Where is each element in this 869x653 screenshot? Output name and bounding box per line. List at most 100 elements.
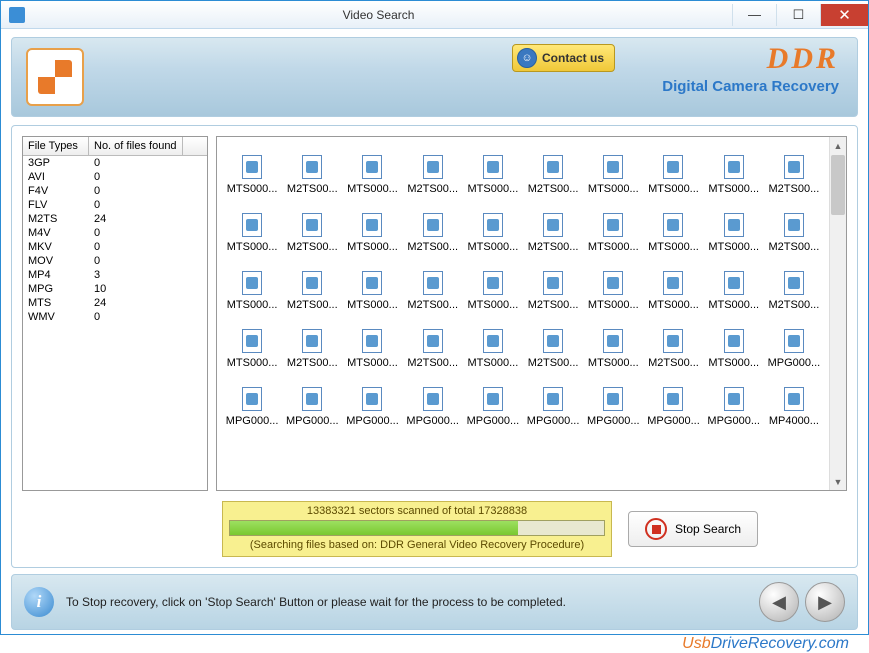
file-item[interactable]: MTS000... <box>584 271 642 311</box>
maximize-button[interactable]: ☐ <box>776 4 820 26</box>
file-item[interactable]: M2TS00... <box>524 213 582 253</box>
table-header: File Types No. of files found <box>23 137 207 156</box>
table-row[interactable]: MOV0 <box>23 254 207 268</box>
file-item[interactable]: MP4000... <box>765 387 823 427</box>
brand-subtitle: Digital Camera Recovery <box>662 78 839 95</box>
contact-us-button[interactable]: ☺ Contact us <box>512 44 615 72</box>
file-item[interactable]: M2TS00... <box>524 329 582 369</box>
file-icon <box>423 155 443 179</box>
file-item[interactable]: MTS000... <box>223 213 281 253</box>
file-item[interactable]: MTS000... <box>223 155 281 195</box>
file-icon <box>603 329 623 353</box>
contact-label: Contact us <box>542 51 604 65</box>
back-button[interactable]: ◀ <box>759 582 799 622</box>
file-item[interactable]: M2TS00... <box>283 155 341 195</box>
file-item[interactable]: MTS000... <box>584 329 642 369</box>
file-icon <box>242 213 262 237</box>
file-item[interactable]: M2TS00... <box>765 271 823 311</box>
file-item[interactable]: MPG000... <box>223 387 281 427</box>
file-item[interactable]: MPG000... <box>283 387 341 427</box>
file-item[interactable]: MPG000... <box>464 387 522 427</box>
table-row[interactable]: AVI0 <box>23 170 207 184</box>
file-item[interactable]: M2TS00... <box>404 329 462 369</box>
file-icon <box>663 155 683 179</box>
footer-link[interactable]: UsbDriveRecovery.com <box>0 635 869 653</box>
window-controls: — ☐ ✕ <box>732 4 868 26</box>
table-row[interactable]: M2TS24 <box>23 212 207 226</box>
file-item[interactable]: M2TS00... <box>765 213 823 253</box>
file-icon <box>302 271 322 295</box>
table-row[interactable]: FLV0 <box>23 198 207 212</box>
file-item[interactable]: M2TS00... <box>765 155 823 195</box>
file-item[interactable]: M2TS00... <box>524 155 582 195</box>
table-row[interactable]: MKV0 <box>23 240 207 254</box>
file-item[interactable]: MTS000... <box>343 155 401 195</box>
table-row[interactable]: MP43 <box>23 268 207 282</box>
file-item[interactable]: MTS000... <box>343 213 401 253</box>
file-icon <box>362 155 382 179</box>
person-icon: ☺ <box>517 48 537 68</box>
table-row[interactable]: WMV0 <box>23 310 207 324</box>
file-item[interactable]: MTS000... <box>584 213 642 253</box>
file-icon <box>362 213 382 237</box>
file-item[interactable]: M2TS00... <box>283 329 341 369</box>
file-item[interactable]: MPG000... <box>404 387 462 427</box>
next-button[interactable]: ▶ <box>805 582 845 622</box>
table-row[interactable]: MTS24 <box>23 296 207 310</box>
minimize-button[interactable]: — <box>732 4 776 26</box>
file-icon <box>724 155 744 179</box>
file-item[interactable]: MTS000... <box>705 213 763 253</box>
scroll-thumb[interactable] <box>831 155 845 215</box>
file-item[interactable]: M2TS00... <box>404 155 462 195</box>
file-item[interactable]: M2TS00... <box>283 213 341 253</box>
file-item[interactable]: M2TS00... <box>283 271 341 311</box>
file-icon <box>724 329 744 353</box>
file-item[interactable]: MPG000... <box>343 387 401 427</box>
file-icon <box>483 271 503 295</box>
stop-search-button[interactable]: Stop Search <box>628 511 758 547</box>
file-item[interactable]: MTS000... <box>705 329 763 369</box>
close-button[interactable]: ✕ <box>820 4 868 26</box>
table-row[interactable]: M4V0 <box>23 226 207 240</box>
file-icon <box>302 329 322 353</box>
vertical-scrollbar[interactable]: ▲ ▼ <box>829 137 846 490</box>
file-icon <box>302 213 322 237</box>
file-icon <box>663 271 683 295</box>
file-item[interactable]: MPG000... <box>765 329 823 369</box>
file-item[interactable]: MTS000... <box>464 155 522 195</box>
file-area: MTS000...M2TS00...MTS000...M2TS00...MTS0… <box>217 137 829 490</box>
file-item[interactable]: MPG000... <box>584 387 642 427</box>
file-item[interactable]: MPG000... <box>644 387 702 427</box>
file-icon <box>784 213 804 237</box>
file-item[interactable]: MTS000... <box>464 271 522 311</box>
file-item[interactable]: M2TS00... <box>404 271 462 311</box>
table-row[interactable]: MPG10 <box>23 282 207 296</box>
app-icon <box>9 7 25 23</box>
file-item[interactable]: MPG000... <box>705 387 763 427</box>
file-item[interactable]: M2TS00... <box>404 213 462 253</box>
file-item[interactable]: MTS000... <box>644 271 702 311</box>
scroll-up-icon[interactable]: ▲ <box>830 137 846 154</box>
file-item[interactable]: MTS000... <box>644 155 702 195</box>
table-row[interactable]: 3GP0 <box>23 156 207 170</box>
file-item[interactable]: MTS000... <box>343 329 401 369</box>
col-files-found[interactable]: No. of files found <box>89 137 183 155</box>
file-icon <box>423 271 443 295</box>
file-item[interactable]: MTS000... <box>584 155 642 195</box>
file-item[interactable]: MTS000... <box>705 155 763 195</box>
file-item[interactable]: M2TS00... <box>524 271 582 311</box>
file-item[interactable]: MTS000... <box>705 271 763 311</box>
file-item[interactable]: M2TS00... <box>644 329 702 369</box>
file-item[interactable]: MTS000... <box>223 329 281 369</box>
file-item[interactable]: MTS000... <box>464 213 522 253</box>
table-row[interactable]: F4V0 <box>23 184 207 198</box>
file-item[interactable]: MTS000... <box>464 329 522 369</box>
file-item[interactable]: MTS000... <box>223 271 281 311</box>
file-icon <box>242 387 262 411</box>
file-icon <box>663 213 683 237</box>
file-item[interactable]: MTS000... <box>343 271 401 311</box>
col-file-types[interactable]: File Types <box>23 137 89 155</box>
file-item[interactable]: MPG000... <box>524 387 582 427</box>
file-item[interactable]: MTS000... <box>644 213 702 253</box>
scroll-down-icon[interactable]: ▼ <box>830 473 846 490</box>
